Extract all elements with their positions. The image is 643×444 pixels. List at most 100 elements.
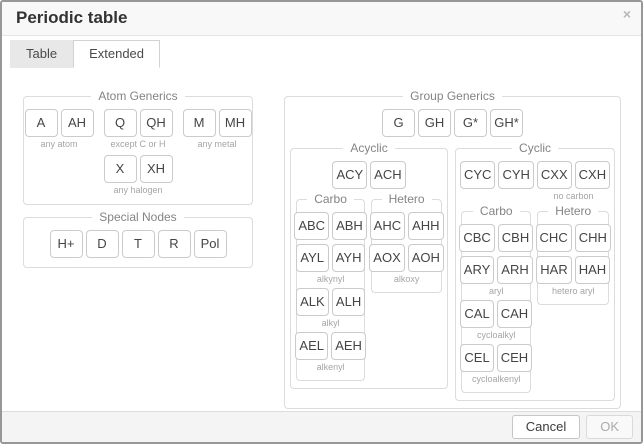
gen-button-har[interactable]: HAR (536, 256, 571, 284)
acyclic-fieldset: Acyclic ACYACH Carbo ABCABHAYLAYHalkynyl… (290, 142, 448, 389)
group-generics-row: GGHG*GH* (290, 107, 615, 139)
gen-button-cah[interactable]: CAH (497, 300, 532, 328)
cyclic-hetero-legend: Hetero (548, 205, 598, 218)
gen-button-arh[interactable]: ARH (497, 256, 532, 284)
gen-button-cel[interactable]: CEL (460, 344, 493, 372)
gen-button-xh[interactable]: XH (140, 155, 173, 183)
gen-button-g-star[interactable]: G* (454, 109, 487, 137)
gen-button-r[interactable]: R (158, 230, 191, 258)
special-nodes-fieldset: Special Nodes H+DTRPol (23, 211, 253, 268)
gen-button-x[interactable]: X (104, 155, 137, 183)
button-row: ARYARH (460, 256, 533, 284)
button-row: CBCCBH (459, 224, 533, 252)
gen-button-ceh[interactable]: CEH (497, 344, 532, 372)
acyclic-top-row: ACYACH (296, 159, 442, 191)
gen-button-gh-star[interactable]: GH* (490, 109, 523, 137)
gen-button-a[interactable]: A (25, 109, 58, 137)
group-caption: alkenyl (317, 362, 345, 372)
gen-button-m[interactable]: M (183, 109, 216, 137)
acyclic-hetero-groups: AHCAHHAOXAOHalkoxy (375, 210, 438, 286)
cancel-button[interactable]: Cancel (512, 415, 580, 439)
gen-button-cbh[interactable]: CBH (498, 224, 533, 252)
gen-button-q[interactable]: Q (104, 109, 137, 137)
button-group: AELAEH alkenyl (295, 332, 366, 372)
gen-button-cxx[interactable]: CXX (537, 161, 572, 189)
gen-button-mh[interactable]: MH (219, 109, 252, 137)
gen-button-cyc[interactable]: CYC (460, 161, 495, 189)
button-row: CHCCHH (536, 224, 611, 252)
group-caption: any atom (40, 139, 77, 149)
button-group: AYLAYH alkynyl (296, 244, 366, 284)
group-caption: any halogen (113, 185, 162, 195)
group-caption: any metal (197, 139, 236, 149)
gen-button-d[interactable]: D (86, 230, 119, 258)
button-row: CYCCYH (460, 161, 534, 189)
close-icon[interactable]: × (623, 7, 631, 21)
gen-button-ahh[interactable]: AHH (408, 212, 443, 240)
button-group: ARYARH aryl (460, 256, 533, 296)
group-generics-fieldset: Group Generics GGHG*GH* Acyclic ACYACH C… (284, 90, 621, 409)
button-group: CXXCXHno carbon (537, 161, 610, 201)
tab-extended[interactable]: Extended (73, 40, 160, 68)
gen-button-aox[interactable]: AOX (369, 244, 404, 272)
button-group: XXH any halogen (104, 155, 173, 195)
group-generics-legend: Group Generics (403, 90, 502, 103)
dialog-footer: Cancel OK (2, 411, 641, 442)
gen-button-cyh[interactable]: CYH (498, 161, 533, 189)
acyclic-legend: Acyclic (343, 142, 394, 155)
gen-button-ah[interactable]: AH (61, 109, 94, 137)
gen-button-hah[interactable]: HAH (575, 256, 610, 284)
gen-button-pol[interactable]: Pol (194, 230, 227, 258)
gen-button-acy[interactable]: ACY (332, 161, 367, 189)
special-nodes-legend: Special Nodes (92, 211, 183, 224)
gen-button-ahc[interactable]: AHC (370, 212, 405, 240)
gen-button-g[interactable]: G (382, 109, 415, 137)
gen-button-ayh[interactable]: AYH (332, 244, 366, 272)
button-group: CALCAHcycloalkyl (460, 300, 532, 340)
gen-button-alh[interactable]: ALH (332, 288, 365, 316)
button-group: GGHG*GH* (382, 109, 523, 137)
cyclic-carbo-groups: CBCCBHARYARHarylCALCAHcycloalkylCELCEHcy… (465, 222, 527, 386)
gen-button-qh[interactable]: QH (140, 109, 173, 137)
button-row: ACYACH (332, 161, 405, 189)
button-group: AOXAOHalkoxy (369, 244, 444, 284)
gen-button-aeh[interactable]: AEH (331, 332, 366, 360)
gen-button-chh[interactable]: CHH (575, 224, 611, 252)
gen-button-gh[interactable]: GH (418, 109, 451, 137)
gen-button-t[interactable]: T (122, 230, 155, 258)
button-row: CXXCXH (537, 161, 610, 189)
button-row: QQH (104, 109, 173, 137)
button-row: H+DTRPol (50, 230, 227, 258)
gen-button-alk[interactable]: ALK (296, 288, 329, 316)
gen-button-h-plus[interactable]: H+ (50, 230, 83, 258)
button-row: MMH (183, 109, 252, 137)
cyclic-top-row: CYCCYHCXXCXHno carbon (461, 159, 609, 203)
tab-table[interactable]: Table (10, 40, 73, 68)
right-column: Group Generics GGHG*GH* Acyclic ACYACH C… (284, 90, 621, 409)
button-group: CYCCYH (460, 161, 534, 189)
group-caption: alkynyl (317, 274, 345, 284)
gen-button-cal[interactable]: CAL (460, 300, 493, 328)
gen-button-ach[interactable]: ACH (370, 161, 405, 189)
gen-button-cxh[interactable]: CXH (575, 161, 610, 189)
gen-button-ayl[interactable]: AYL (296, 244, 329, 272)
gen-button-abc[interactable]: ABC (294, 212, 329, 240)
cyclic-fieldset: Cyclic CYCCYHCXXCXHno carbon Carbo CBCCB… (455, 142, 615, 401)
gen-button-ael[interactable]: AEL (295, 332, 328, 360)
acyclic-cyclic-split: Acyclic ACYACH Carbo ABCABHAYLAYHalkynyl… (290, 142, 615, 401)
group-caption: hetero aryl (552, 286, 595, 296)
ok-button[interactable]: OK (586, 415, 633, 439)
gen-button-abh[interactable]: ABH (332, 212, 367, 240)
gen-button-chc[interactable]: CHC (536, 224, 572, 252)
group-caption: aryl (489, 286, 504, 296)
cyclic-hetero-fieldset: Hetero CHCCHHHARHAHhetero aryl (537, 205, 609, 305)
periodic-table-dialog: Periodic table × Table Extended Atom Gen… (0, 0, 643, 444)
dialog-title: Periodic table (16, 8, 127, 27)
cyclic-carbo-fieldset: Carbo CBCCBHARYARHarylCALCAHcycloalkylCE… (461, 205, 531, 393)
gen-button-ary[interactable]: ARY (460, 256, 495, 284)
atom-generics-legend: Atom Generics (91, 90, 184, 103)
gen-button-aoh[interactable]: AOH (408, 244, 444, 272)
gen-button-cbc[interactable]: CBC (459, 224, 494, 252)
button-row: HARHAH (536, 256, 610, 284)
button-group: AHCAHH (370, 212, 444, 240)
